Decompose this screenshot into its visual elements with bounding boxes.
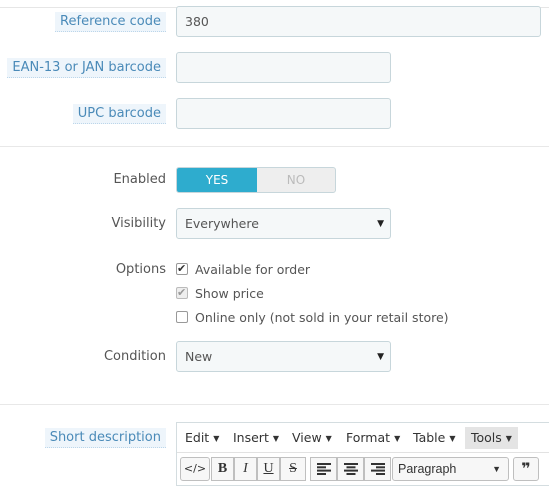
caret-down-icon: ▼	[394, 434, 401, 443]
caret-down-icon: ▼	[449, 434, 456, 443]
editor-toolbar: </> B I U S Paragraph ▼ ❞	[177, 452, 549, 484]
visibility-label: Visibility	[111, 216, 166, 231]
visibility-value: Everywhere	[185, 216, 259, 231]
upc-label: UPC barcode	[72, 104, 166, 124]
checkbox-unchecked-icon[interactable]	[176, 311, 188, 323]
underline-icon[interactable]: U	[257, 457, 280, 481]
short-description-label: Short description	[44, 428, 166, 448]
condition-select[interactable]: New ▼	[176, 341, 391, 372]
enabled-no-option[interactable]: NO	[257, 168, 335, 192]
online-only-label: Online only (not sold in your retail sto…	[195, 310, 449, 325]
ean13-input[interactable]	[176, 52, 391, 83]
available-for-order-label: Available for order	[195, 262, 311, 277]
available-for-order-checkbox[interactable]: ✔ Available for order	[176, 261, 310, 279]
enabled-yes-option[interactable]: YES	[177, 168, 257, 192]
show-price-checkbox[interactable]: ✔ Show price	[176, 285, 264, 303]
menu-insert[interactable]: Insert ▼	[233, 429, 279, 447]
menu-table[interactable]: Table ▼	[413, 429, 455, 447]
caret-down-icon: ▼	[325, 434, 332, 443]
checkbox-checked-icon[interactable]: ✔	[176, 262, 188, 275]
visibility-select[interactable]: Everywhere ▼	[176, 208, 391, 239]
strikethrough-icon[interactable]: S	[280, 457, 306, 481]
caret-down-icon: ▼	[505, 434, 512, 443]
blockquote-icon[interactable]: ❞	[513, 457, 539, 481]
paragraph-format-select[interactable]: Paragraph ▼	[392, 457, 509, 481]
checkbox-checked-icon[interactable]: ✔	[176, 286, 188, 299]
menu-tools[interactable]: Tools ▼	[465, 427, 518, 449]
dropdown-arrow-icon: ▼	[377, 219, 384, 229]
dropdown-arrow-icon: ▼	[377, 352, 384, 362]
options-label: Options	[115, 262, 166, 277]
menu-format[interactable]: Format ▼	[346, 429, 400, 447]
upc-input[interactable]	[176, 98, 391, 129]
enabled-label: Enabled	[113, 172, 166, 187]
condition-label: Condition	[103, 349, 166, 364]
section-divider	[0, 146, 549, 147]
caret-down-icon: ▼	[213, 434, 220, 443]
enabled-switch[interactable]: YES NO	[176, 167, 336, 193]
italic-icon[interactable]: I	[234, 457, 257, 481]
menu-edit[interactable]: Edit ▼	[185, 429, 219, 447]
align-left-icon[interactable]	[310, 457, 337, 481]
reference-code-input[interactable]: 380	[176, 6, 541, 37]
section-divider	[0, 404, 549, 405]
align-center-icon[interactable]	[337, 457, 364, 481]
show-price-label: Show price	[195, 286, 264, 301]
reference-code-label: Reference code	[55, 12, 166, 32]
caret-down-icon: ▼	[272, 434, 280, 443]
short-description-editor[interactable]: Edit ▼ Insert ▼ View ▼ Format ▼ Table ▼ Tools…	[176, 422, 549, 486]
online-only-checkbox[interactable]: Online only (not sold in your retail sto…	[176, 309, 449, 327]
bold-icon[interactable]: B	[211, 457, 234, 481]
ean13-label: EAN-13 or JAN barcode	[7, 58, 166, 78]
menu-view[interactable]: View ▼	[292, 429, 332, 447]
source-code-icon[interactable]: </>	[180, 457, 210, 481]
editor-menubar: Edit ▼ Insert ▼ View ▼ Format ▼ Table ▼ Tools…	[177, 423, 549, 452]
caret-down-icon: ▼	[492, 464, 501, 474]
condition-value: New	[185, 349, 213, 364]
align-right-icon[interactable]	[364, 457, 391, 481]
